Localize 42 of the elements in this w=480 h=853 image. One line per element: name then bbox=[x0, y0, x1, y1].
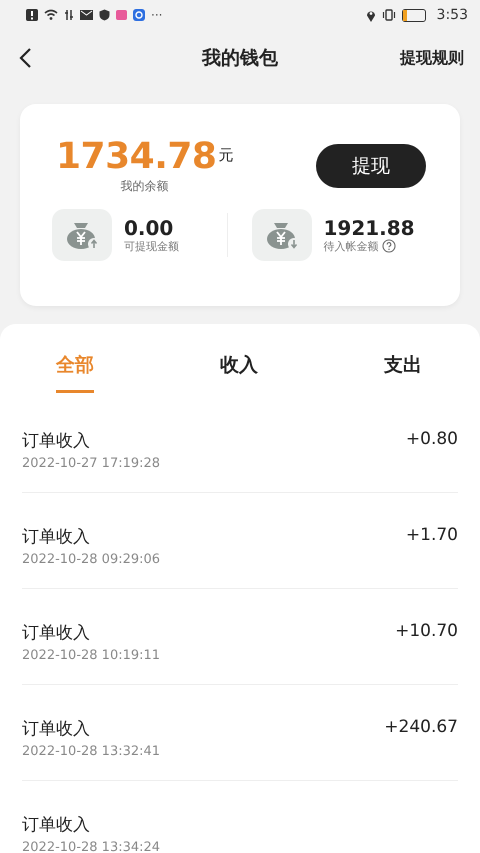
filter-tab[interactable]: 收入 bbox=[220, 352, 258, 393]
back-icon[interactable] bbox=[18, 47, 32, 69]
help-icon[interactable] bbox=[382, 239, 396, 253]
data-transfer-icon bbox=[64, 9, 74, 21]
transaction-title: 订单收入 bbox=[22, 814, 91, 836]
money-bag-icon bbox=[252, 209, 312, 261]
filter-tab[interactable]: 支出 bbox=[384, 352, 422, 393]
transaction-title: 订单收入 bbox=[22, 430, 91, 452]
transaction-amount: +0.80 bbox=[406, 429, 458, 449]
withdraw-rules-link[interactable]: 提现规则 bbox=[400, 48, 464, 68]
stat-amount: 1921.88 bbox=[324, 216, 415, 238]
battery-icon bbox=[402, 8, 426, 22]
transaction-amount: +240.67 bbox=[384, 717, 458, 737]
transaction-amount: +10.70 bbox=[395, 621, 458, 641]
more-notifications: ··· bbox=[151, 8, 162, 22]
app-icon bbox=[133, 9, 145, 21]
transaction-title: 订单收入 bbox=[22, 718, 91, 740]
transaction-time: 2022-10-28 13:34:24 bbox=[22, 840, 160, 853]
alert-icon bbox=[26, 9, 38, 21]
shield-icon bbox=[99, 9, 110, 21]
location-icon bbox=[366, 8, 376, 22]
app-icon bbox=[116, 9, 127, 21]
wifi-icon bbox=[44, 9, 58, 21]
transaction-amount: +1.70 bbox=[406, 525, 458, 545]
money-bag-icon bbox=[52, 209, 112, 261]
currency-unit: 元 bbox=[218, 146, 234, 165]
mail-icon bbox=[80, 9, 93, 21]
vibrate-icon bbox=[382, 9, 396, 21]
transaction-time: 2022-10-28 10:19:11 bbox=[22, 648, 160, 663]
transaction-time: 2022-10-28 13:32:41 bbox=[22, 744, 160, 759]
clock: 3:53 bbox=[436, 7, 468, 23]
transaction-title: 订单收入 bbox=[22, 622, 91, 644]
page-title: 我的钱包 bbox=[202, 46, 278, 71]
withdraw-button[interactable]: 提现 bbox=[316, 144, 426, 188]
balance-label: 我的余额 bbox=[120, 178, 169, 195]
stat-label: 可提现金额 bbox=[124, 238, 179, 254]
stat-amount: 0.00 bbox=[124, 216, 174, 238]
stat-label: 待入帐金额 bbox=[324, 238, 378, 254]
transaction-time: 2022-10-27 17:19:28 bbox=[22, 456, 160, 471]
transaction-title: 订单收入 bbox=[22, 526, 91, 548]
transaction-time: 2022-10-28 09:29:06 bbox=[22, 552, 160, 567]
balance-amount: 1734.78 bbox=[56, 136, 216, 178]
